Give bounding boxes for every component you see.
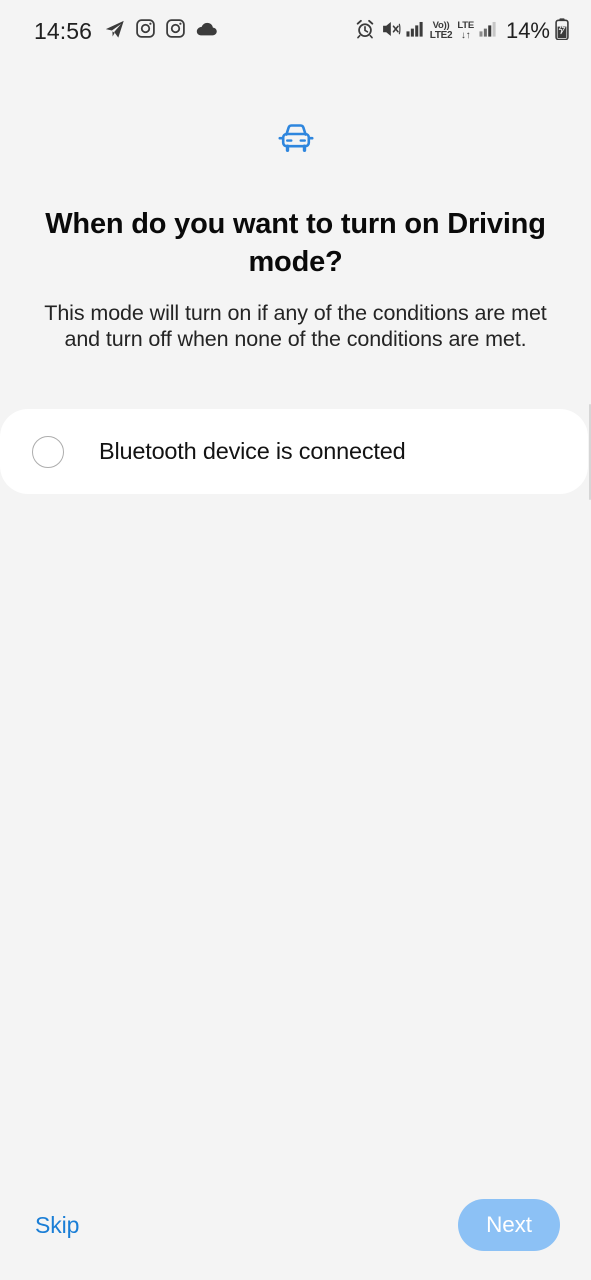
- alarm-icon: [355, 19, 375, 44]
- battery-charging-icon: [555, 17, 569, 45]
- battery-percent-label: 14%: [505, 18, 550, 43]
- network-sim1-indicator: Vo)) LTE2: [430, 21, 453, 42]
- lte-label: LTE: [457, 19, 474, 31]
- signal-bars-icon: [406, 20, 425, 43]
- data-arrows-label: ↓↑: [460, 30, 471, 42]
- status-bar-clock: 14:56: [34, 17, 93, 44]
- next-button[interactable]: Next: [458, 1199, 560, 1251]
- page-title: When do you want to turn on Driving mode…: [45, 208, 546, 278]
- status-bar: 14:56 Vo)) LTE2 LTE ↓↑ 14%: [0, 0, 591, 62]
- skip-button[interactable]: Skip: [33, 1206, 81, 1245]
- instagram-icon-2: [165, 18, 186, 44]
- telegram-icon: [104, 18, 126, 45]
- cloud-icon: [195, 20, 218, 43]
- hero-icon-container: [0, 121, 591, 162]
- car-front-icon: [277, 121, 315, 162]
- page-subtitle: This mode will turn on if any of the con…: [44, 301, 547, 352]
- signal-bars-icon-2: [479, 20, 498, 43]
- radio-button-unchecked-icon[interactable]: [32, 435, 64, 468]
- instagram-icon: [135, 18, 156, 44]
- volte-label: Vo)): [432, 19, 450, 31]
- bottom-action-bar: Skip Next: [0, 1170, 591, 1280]
- status-bar-right: Vo)) LTE2 LTE ↓↑ 14%: [355, 17, 569, 45]
- mute-vibrate-icon: [380, 19, 401, 44]
- condition-option-label: Bluetooth device is connected: [99, 438, 406, 464]
- network-sim2-indicator: LTE ↓↑: [457, 21, 474, 42]
- condition-option-bluetooth[interactable]: Bluetooth device is connected: [0, 409, 588, 494]
- lte2-label: LTE2: [429, 30, 453, 42]
- status-bar-left: 14:56: [34, 18, 218, 45]
